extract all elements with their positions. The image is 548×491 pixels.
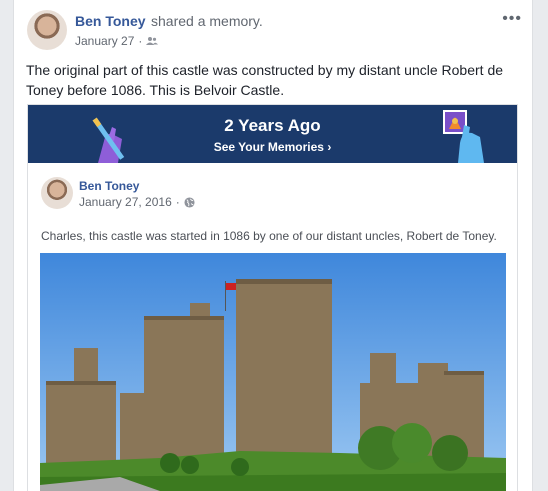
memory-post: Ben Toney shared a memory. January 27 · … — [13, 0, 533, 491]
meta-separator: · — [175, 195, 180, 209]
author-avatar[interactable] — [27, 10, 67, 50]
chevron-right-icon: › — [327, 140, 332, 154]
post-text: The original part of this castle was con… — [26, 62, 504, 98]
globe-icon[interactable] — [184, 196, 195, 208]
post-date-link[interactable]: January 27 — [75, 34, 134, 48]
see-memories-label: See Your Memories — [213, 140, 324, 154]
more-options-button[interactable]: ••• — [502, 10, 522, 28]
memory-banner[interactable]: 2 Years Ago See Your Memories › — [28, 105, 517, 163]
original-author-name-link[interactable]: Ben Toney — [79, 179, 139, 193]
original-author-avatar[interactable] — [41, 177, 73, 209]
original-post-text: Charles, this castle was started in 1086… — [41, 229, 497, 243]
castle-photo[interactable] — [40, 253, 506, 491]
original-date-link[interactable]: January 27, 2016 — [79, 195, 172, 209]
friends-icon[interactable] — [146, 36, 159, 46]
meta-separator: · — [138, 34, 143, 48]
author-name-link[interactable]: Ben Toney — [75, 13, 146, 29]
photo-hand-icon — [443, 110, 484, 163]
post-meta: January 27 · — [75, 34, 159, 48]
original-post-meta: January 27, 2016 · — [79, 195, 195, 209]
post-action-text: shared a memory. — [151, 13, 263, 29]
